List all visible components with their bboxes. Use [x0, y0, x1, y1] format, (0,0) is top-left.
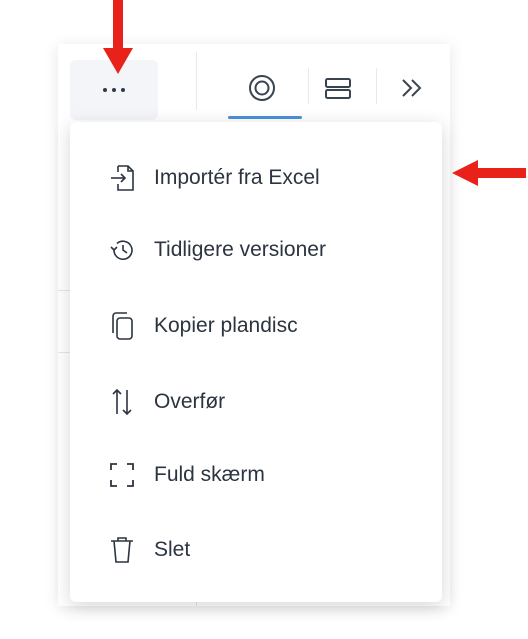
- menu-item-previous-versions[interactable]: Tidligere versioner: [70, 220, 442, 280]
- toolbar-divider: [196, 52, 197, 110]
- menu-item-copy-plandisc[interactable]: Kopier plandisc: [70, 296, 442, 356]
- transfer-icon: [108, 388, 136, 416]
- active-tab-indicator: [228, 116, 302, 119]
- menu-item-label: Slet: [154, 538, 191, 561]
- background-divider: [58, 290, 70, 291]
- import-icon: [108, 164, 136, 192]
- background-divider: [196, 602, 197, 606]
- rows-icon[interactable]: [320, 70, 356, 106]
- toolbar-divider: [376, 68, 377, 104]
- copy-icon: [108, 312, 136, 340]
- annotation-arrow-down-icon: [103, 0, 133, 74]
- menu-item-label: Fuld skærm: [154, 463, 265, 486]
- trash-icon: [108, 536, 136, 564]
- annotation-arrow-left-icon: [452, 160, 526, 186]
- menu-item-label: Overfør: [154, 390, 226, 413]
- history-icon: [108, 236, 136, 264]
- menu-item-import-excel[interactable]: Importér fra Excel: [70, 148, 442, 208]
- menu-item-transfer[interactable]: Overfør: [70, 372, 442, 432]
- menu-item-label: Importér fra Excel: [154, 166, 320, 189]
- more-horizontal-icon: [103, 88, 125, 92]
- chevrons-right-icon[interactable]: [394, 70, 430, 106]
- menu-item-delete[interactable]: Slet: [70, 520, 442, 580]
- menu-item-label: Tidligere versioner: [154, 238, 326, 261]
- options-menu: Importér fra Excel Tidligere versioner K…: [70, 122, 442, 602]
- toolbar-divider: [308, 68, 309, 104]
- background-divider: [58, 352, 70, 353]
- fullscreen-icon: [108, 461, 136, 489]
- target-icon[interactable]: [244, 70, 280, 106]
- menu-item-fullscreen[interactable]: Fuld skærm: [70, 445, 442, 505]
- menu-item-label: Kopier plandisc: [154, 314, 298, 337]
